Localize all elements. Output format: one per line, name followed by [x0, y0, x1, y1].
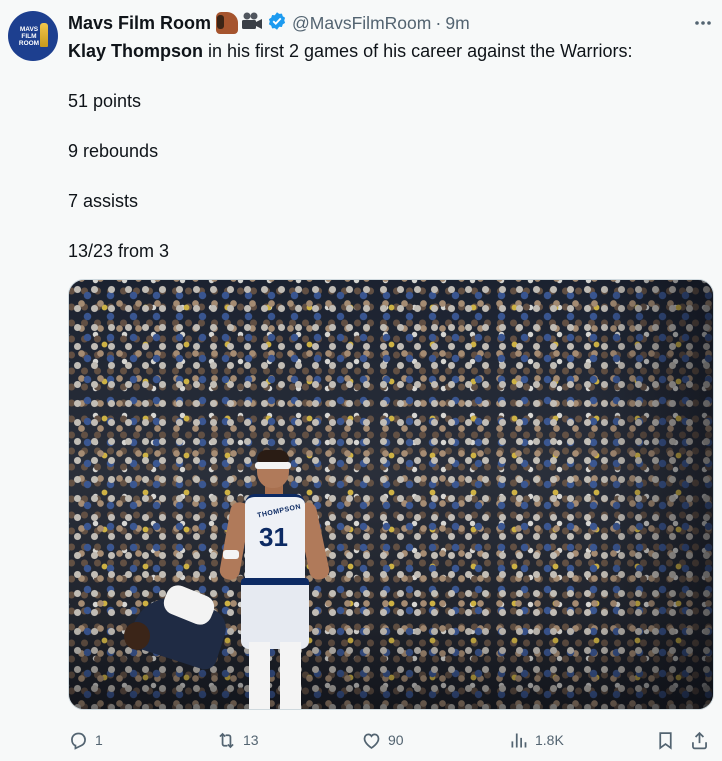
- share-button[interactable]: [689, 726, 710, 754]
- player-figure: THOMPSON 31: [218, 450, 331, 709]
- tweet-actions: 1 13 90 1.8K: [68, 726, 714, 754]
- separator-dot: ·: [435, 12, 442, 33]
- heart-icon: [363, 732, 380, 749]
- more-options-icon[interactable]: [692, 12, 714, 34]
- tweet-text-intro: Klay Thompson in his first 2 games of hi…: [68, 39, 633, 63]
- stat-line: 9 rebounds: [68, 141, 159, 161]
- like-button[interactable]: 90: [361, 726, 404, 754]
- tweet[interactable]: MAVS FILM ROOM Mavs Film Room @MavsFilmR…: [0, 0, 722, 761]
- views-chart-icon: [511, 733, 527, 747]
- reply-count: 1: [95, 732, 103, 748]
- author-name[interactable]: Mavs Film Room: [68, 13, 211, 34]
- reply-button[interactable]: 1: [68, 726, 103, 754]
- view-count: 1.8K: [535, 732, 564, 748]
- avatar[interactable]: MAVS FILM ROOM: [8, 11, 58, 61]
- movie-camera-icon: [241, 12, 263, 35]
- intro-text: in his first 2 games of his career again…: [203, 41, 633, 61]
- retweet-icon: [219, 732, 234, 748]
- tweet-header: Mavs Film Room @MavsFilmRoom · 9m: [68, 11, 470, 35]
- like-count: 90: [388, 732, 404, 748]
- author-handle[interactable]: @MavsFilmRoom: [292, 13, 431, 34]
- tweet-timestamp[interactable]: 9m: [445, 13, 469, 34]
- share-icon: [692, 731, 707, 749]
- tweet-photo[interactable]: THOMPSON 31: [68, 279, 714, 710]
- retweet-count: 13: [243, 732, 259, 748]
- avatar-text: MAVS FILM ROOM: [18, 25, 40, 47]
- bookmark-icon: [659, 731, 672, 750]
- stat-line: 51 points: [68, 91, 142, 111]
- verified-badge-icon: [267, 11, 287, 36]
- bookmark-button[interactable]: [655, 726, 676, 754]
- horse-face-icon: [216, 12, 239, 34]
- reply-icon: [71, 732, 86, 750]
- stat-line: 13/23 from 3: [68, 241, 170, 261]
- views-button[interactable]: 1.8K: [508, 726, 564, 754]
- jersey-number: 31: [259, 522, 288, 552]
- trophy-icon: [40, 23, 48, 47]
- mention-name: Klay Thompson: [68, 41, 204, 61]
- stat-line: 7 assists: [68, 191, 139, 211]
- retweet-button[interactable]: 13: [216, 726, 259, 754]
